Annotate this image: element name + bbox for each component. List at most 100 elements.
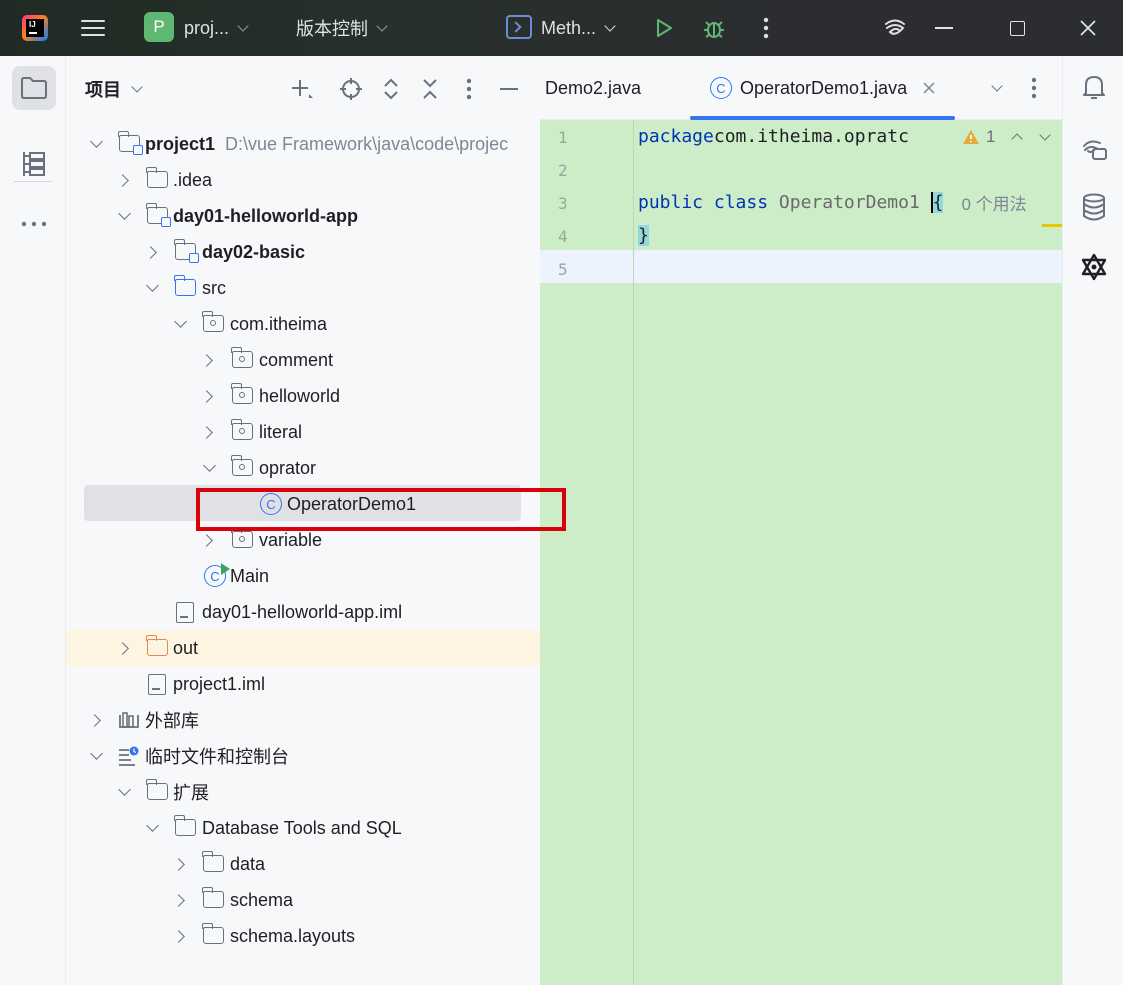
folder-icon [202,851,224,872]
package-icon [202,311,224,332]
intellij-logo-icon[interactable]: IJ [22,15,48,41]
tree-item-label: variable [259,529,323,550]
warning-stripe-marker[interactable] [1042,224,1062,227]
project-panel-header: 项目 [66,56,540,122]
more-actions-icon[interactable] [752,14,780,42]
ai-assistant-icon[interactable] [880,13,910,43]
locate-icon[interactable] [338,76,364,102]
run-config-icon[interactable] [506,15,532,39]
project-tool-button[interactable] [12,66,56,110]
chevron-down-icon[interactable] [1039,128,1052,141]
ai-chat-icon[interactable] [1079,134,1109,164]
package-icon [231,383,253,404]
tab-operatordemo1[interactable]: C OperatorDemo1.java [690,56,956,120]
annotation-highlight-box [196,488,566,531]
notifications-icon[interactable] [1079,72,1109,102]
tree-item-external-libraries[interactable]: 外部库 [66,702,540,738]
folder-icon [146,779,168,800]
folder-icon [174,815,196,836]
tree-item-com-itheima[interactable]: com.itheima [66,306,540,342]
line-number: 1 [558,128,568,147]
code-line-3: public class OperatorDemo1 {0 个用法 [638,186,1027,219]
chevron-up-icon[interactable] [1011,133,1024,145]
tree-item-comment[interactable]: comment [66,342,540,378]
usage-inlay-hint[interactable]: 0 个用法 [961,190,1026,215]
caret-line-highlight [540,250,1062,283]
chevron-down-icon [203,459,216,472]
tree-item-day01-iml[interactable]: day01-helloworld-app.iml [66,594,540,630]
more-tools-button[interactable] [12,202,56,246]
structure-tool-button[interactable] [12,142,56,186]
library-icon [118,711,140,731]
tree-item-label: day01-helloworld-app.iml [202,601,403,622]
inspection-widget[interactable]: 1 [958,120,1062,153]
minimize-icon[interactable] [930,14,958,42]
tab-demo2[interactable]: Demo2.java [545,56,641,120]
tree-item-label: 外部库 [145,711,199,731]
class-name: OperatorDemo1 [778,192,920,213]
code-line-1: package com.itheima.opratc [638,120,909,153]
hide-panel-icon[interactable] [496,76,522,102]
chevron-right-icon [200,353,213,367]
tab-options-icon[interactable] [1024,76,1044,100]
tree-item-label: helloworld [259,385,341,406]
project-badge[interactable]: P [144,12,174,42]
tree-item-extensions[interactable]: 扩展 [66,774,540,810]
tree-item-oprator[interactable]: oprator [66,450,540,486]
vcs-menu[interactable]: 版本控制 [296,0,388,56]
chevron-down-icon[interactable] [985,76,1009,100]
tree-item-schema[interactable]: schema [66,882,540,918]
tree-item-out[interactable]: out [66,630,540,666]
tree-item-day02[interactable]: day02-basic [66,234,540,270]
tree-item-database-tools[interactable]: Database Tools and SQL [66,810,540,846]
add-icon[interactable] [288,76,314,102]
iml-file-icon [176,602,194,623]
tree-item-src[interactable]: src [66,270,540,306]
project-view-selector[interactable]: 项目 [85,76,143,102]
tree-item-label: Database Tools and SQL [202,817,402,838]
tree-item-idea[interactable]: .idea [66,162,540,198]
right-tool-strip [1062,56,1123,985]
tree-item-scratches[interactable]: 临时文件和控制台 [66,738,540,774]
tree-item-label: Main [230,565,270,586]
project-switcher[interactable]: proj... [184,0,249,56]
tree-item-main[interactable]: C Main [66,558,540,594]
tree-item-schema-layouts[interactable]: schema.layouts [66,918,540,954]
debug-icon[interactable] [700,14,728,42]
collapse-all-icon[interactable] [417,76,443,102]
main-menu-icon[interactable] [80,0,106,56]
close-icon[interactable] [1074,14,1102,42]
tree-item-day01[interactable]: day01-helloworld-app [66,198,540,234]
chevron-down-icon [118,207,131,220]
tree-item-label: day02-basic [202,241,306,262]
tree-item-helloworld[interactable]: helloworld [66,378,540,414]
tree-item-literal[interactable]: literal [66,414,540,450]
run-config-selector[interactable]: Meth... [541,0,616,56]
chevron-down-icon [604,19,616,32]
vcs-label: 版本控制 [296,19,368,39]
tree-item-project1[interactable]: project1 D:\vue Framework\java\code\proje… [66,126,540,162]
run-icon[interactable] [650,14,678,42]
options-icon[interactable] [456,76,482,102]
line-number: 5 [558,260,568,279]
copilot-icon[interactable] [1079,252,1109,282]
tree-item-label: oprator [259,457,317,478]
tree-item-label: project1 D:\vue Framework\java\code\proje… [145,133,509,154]
tree-item-data[interactable]: data [66,846,540,882]
maximize-icon[interactable] [1003,14,1031,42]
expand-all-icon[interactable] [378,76,404,102]
code-line-4: } [638,219,649,252]
tree-item-label: schema [230,889,294,910]
close-tab-icon[interactable] [923,82,935,94]
tree-item-label: src [202,277,226,298]
keyword: package [638,126,714,147]
module-folder-icon [118,131,143,155]
tree-item-label: 扩展 [173,783,209,803]
structure-icon [23,152,45,176]
chevron-right-icon [116,173,129,187]
tree-item-project1-iml[interactable]: project1.iml [66,666,540,702]
tree-item-label: 临时文件和控制台 [145,747,289,767]
code-area[interactable]: 1 2 3 4 5 package com.itheima.opratc pub… [540,120,1062,985]
brace-close: } [638,225,649,246]
database-icon[interactable] [1079,192,1109,222]
